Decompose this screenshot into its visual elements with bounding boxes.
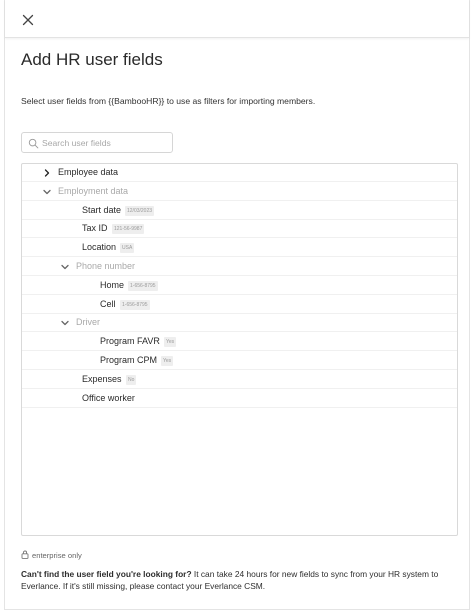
tree-row[interactable]: Program FAVR Yes bbox=[22, 333, 457, 352]
enterprise-label: enterprise only bbox=[32, 551, 82, 560]
add-hr-fields-modal: Add HR user fields Select user fields fr… bbox=[4, 0, 470, 610]
tree-row-label: Program FAVR bbox=[100, 336, 160, 347]
search-box[interactable] bbox=[21, 132, 173, 153]
tree-row-label: Office worker bbox=[82, 392, 135, 403]
tree-row-label: Employment data bbox=[58, 185, 129, 196]
tree-row[interactable]: Phone number bbox=[22, 258, 457, 276]
tree-row[interactable]: Employee data bbox=[22, 164, 457, 182]
value-badge: USA bbox=[120, 243, 135, 254]
chevron-down-icon[interactable] bbox=[60, 262, 70, 272]
value-badge: No bbox=[126, 374, 137, 385]
close-icon bbox=[22, 14, 34, 26]
enterprise-note: enterprise only bbox=[21, 550, 82, 561]
page-description: Select user fields from {{BambooHR}} to … bbox=[21, 96, 316, 106]
modal-top-bar bbox=[5, 0, 469, 38]
tree-row-label: Phone number bbox=[76, 261, 136, 271]
tree-row-label: Tax ID bbox=[82, 223, 108, 234]
help-text: Can't find the user field you're looking… bbox=[21, 568, 461, 592]
tree-row-label: Start date bbox=[82, 204, 122, 215]
value-badge: Yes bbox=[164, 337, 177, 348]
tree-row[interactable]: Driver bbox=[22, 314, 457, 333]
lock-icon bbox=[21, 550, 29, 561]
tree-row[interactable]: Expenses No bbox=[22, 371, 457, 389]
chevron-right-icon[interactable] bbox=[42, 168, 52, 178]
tree-row[interactable]: Program CPM Yes bbox=[22, 352, 457, 370]
tree-row[interactable]: Home 1-656-8795 bbox=[22, 277, 457, 295]
value-badge: Yes bbox=[161, 356, 174, 366]
user-fields-tree: Employee data Employment data Start date 12… bbox=[21, 163, 458, 536]
tree-row[interactable]: Cell 1-656-8795 bbox=[22, 296, 457, 314]
tree-row-label: Cell bbox=[100, 298, 116, 309]
tree-row-label: Program CPM bbox=[100, 355, 158, 365]
search-icon bbox=[28, 138, 39, 149]
tree-row[interactable]: Employment data bbox=[22, 183, 457, 201]
value-badge: 12/03/2023 bbox=[125, 205, 155, 216]
value-badge: 121-56-9987 bbox=[112, 224, 145, 235]
tree-row-label: Location bbox=[82, 242, 117, 253]
tree-row-label: Employee data bbox=[58, 167, 119, 177]
help-bold: Can't find the user field you're looking… bbox=[21, 569, 192, 579]
page-title: Add HR user fields bbox=[21, 50, 163, 69]
tree-row[interactable]: Office worker bbox=[22, 390, 457, 408]
chevron-down-icon[interactable] bbox=[60, 318, 70, 328]
tree-row[interactable]: Location USA bbox=[22, 239, 457, 258]
value-badge: 1-656-8795 bbox=[128, 280, 158, 291]
tree-row[interactable]: Tax ID 121-56-9987 bbox=[22, 220, 457, 239]
tree-row-label: Expenses bbox=[82, 373, 122, 384]
search-input[interactable] bbox=[42, 135, 170, 151]
tree-row[interactable]: Start date 12/03/2023 bbox=[22, 202, 457, 220]
tree-row-label: Driver bbox=[76, 317, 100, 328]
value-badge: 1-656-8795 bbox=[120, 299, 150, 310]
tree-row-label: Home bbox=[100, 279, 125, 290]
chevron-down-icon[interactable] bbox=[42, 187, 52, 197]
close-button[interactable] bbox=[20, 12, 36, 28]
